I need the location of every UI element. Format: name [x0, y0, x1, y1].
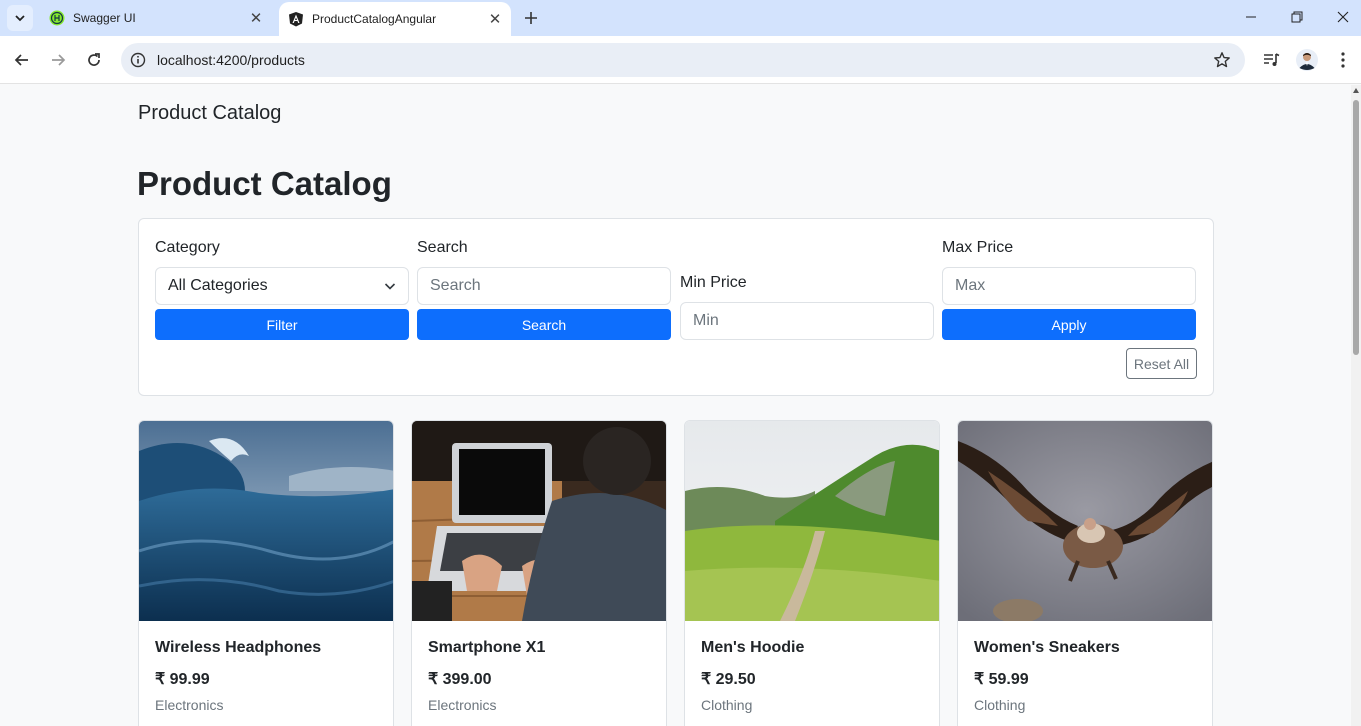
media-control-button[interactable]: [1260, 49, 1282, 71]
product-card[interactable]: Men's Hoodie ₹ 29.50 Clothing: [684, 420, 940, 726]
reload-button[interactable]: [82, 48, 106, 72]
forward-button[interactable]: [46, 48, 70, 72]
search-input[interactable]: [417, 267, 671, 305]
product-category: Clothing: [974, 697, 1026, 713]
product-name: Men's Hoodie: [701, 639, 805, 656]
max-price-input[interactable]: [942, 267, 1196, 305]
product-price: ₹ 99.99: [155, 671, 210, 688]
filter-button[interactable]: Filter: [155, 309, 409, 340]
apply-button[interactable]: Apply: [942, 309, 1196, 340]
tab-product-catalog[interactable]: ProductCatalogAngular ✕: [279, 2, 511, 36]
category-label: Category: [155, 239, 220, 256]
product-image-mountain: [685, 421, 939, 621]
min-price-label: Min Price: [680, 274, 747, 291]
new-tab-button[interactable]: [519, 6, 543, 30]
product-card[interactable]: Smartphone X1 ₹ 399.00 Electronics: [411, 420, 667, 726]
product-name: Wireless Headphones: [155, 639, 322, 656]
page-scrollbar[interactable]: [1351, 85, 1361, 726]
close-icon[interactable]: ✕: [485, 9, 505, 29]
page-content: Product Catalog Product Catalog Category…: [0, 85, 1361, 726]
search-button[interactable]: Search: [417, 309, 671, 340]
category-selected-value: All Categories: [168, 277, 268, 294]
tab-title: ProductCatalogAngular: [312, 12, 437, 26]
close-window-button[interactable]: [1320, 0, 1361, 34]
chevron-down-icon: [384, 283, 396, 290]
more-vertical-icon: [1341, 52, 1345, 68]
navbar-brand[interactable]: Product Catalog: [138, 102, 281, 125]
product-image-vulture: [958, 421, 1212, 621]
product-image-laptop: [412, 421, 666, 621]
search-label: Search: [417, 239, 468, 256]
restore-button[interactable]: [1274, 0, 1320, 34]
product-category: Clothing: [701, 697, 753, 713]
close-icon: [1337, 11, 1349, 23]
arrow-left-icon: [14, 54, 28, 66]
product-price: ₹ 29.50: [701, 671, 756, 688]
tab-swagger[interactable]: Swagger UI ✕: [40, 0, 272, 36]
back-button[interactable]: [10, 48, 34, 72]
tab-search-button[interactable]: [7, 5, 33, 31]
product-price: ₹ 59.99: [974, 671, 1029, 688]
category-select[interactable]: All Categories: [155, 267, 409, 305]
url-text[interactable]: localhost:4200/products: [157, 52, 305, 68]
min-price-input[interactable]: [680, 302, 934, 340]
browser-menu-button[interactable]: [1332, 49, 1354, 71]
avatar: [1296, 49, 1318, 71]
browser-toolbar: localhost:4200/products: [0, 36, 1361, 84]
product-name: Women's Sneakers: [974, 639, 1120, 656]
tab-title: Swagger UI: [73, 11, 136, 25]
tab-strip: Swagger UI ✕ ProductCatalogAngular ✕: [0, 0, 1361, 36]
product-category: Electronics: [155, 697, 224, 713]
filter-panel: Category All Categories Filter Search Se…: [138, 218, 1214, 396]
arrow-right-icon: [52, 54, 66, 66]
playlist-icon: [1264, 53, 1280, 66]
plus-icon: [525, 12, 537, 24]
product-card[interactable]: Women's Sneakers ₹ 59.99 Clothing: [957, 420, 1213, 726]
info-icon[interactable]: [130, 52, 146, 68]
product-image-ocean-wave: [139, 421, 393, 621]
angular-icon: [288, 11, 304, 27]
product-name: Smartphone X1: [428, 639, 546, 656]
product-card[interactable]: Wireless Headphones ₹ 99.99 Electronics: [138, 420, 394, 726]
page-title: Product Catalog: [137, 165, 392, 202]
star-icon[interactable]: [1213, 51, 1231, 69]
max-price-label: Max Price: [942, 239, 1014, 256]
close-icon[interactable]: ✕: [246, 8, 266, 28]
reset-all-button[interactable]: Reset All: [1126, 348, 1197, 379]
minimize-icon: [1246, 16, 1256, 18]
profile-button[interactable]: [1296, 49, 1318, 71]
address-bar[interactable]: localhost:4200/products: [121, 43, 1245, 77]
minimize-button[interactable]: [1228, 0, 1274, 34]
restore-icon: [1291, 11, 1303, 23]
reload-icon: [88, 53, 100, 66]
swagger-icon: [49, 10, 65, 26]
scrollbar-thumb[interactable]: [1353, 100, 1359, 355]
chevron-down-icon: [15, 15, 25, 22]
scroll-up-arrow-icon[interactable]: [1353, 88, 1359, 93]
product-price: ₹ 399.00: [428, 671, 492, 688]
product-category: Electronics: [428, 697, 497, 713]
